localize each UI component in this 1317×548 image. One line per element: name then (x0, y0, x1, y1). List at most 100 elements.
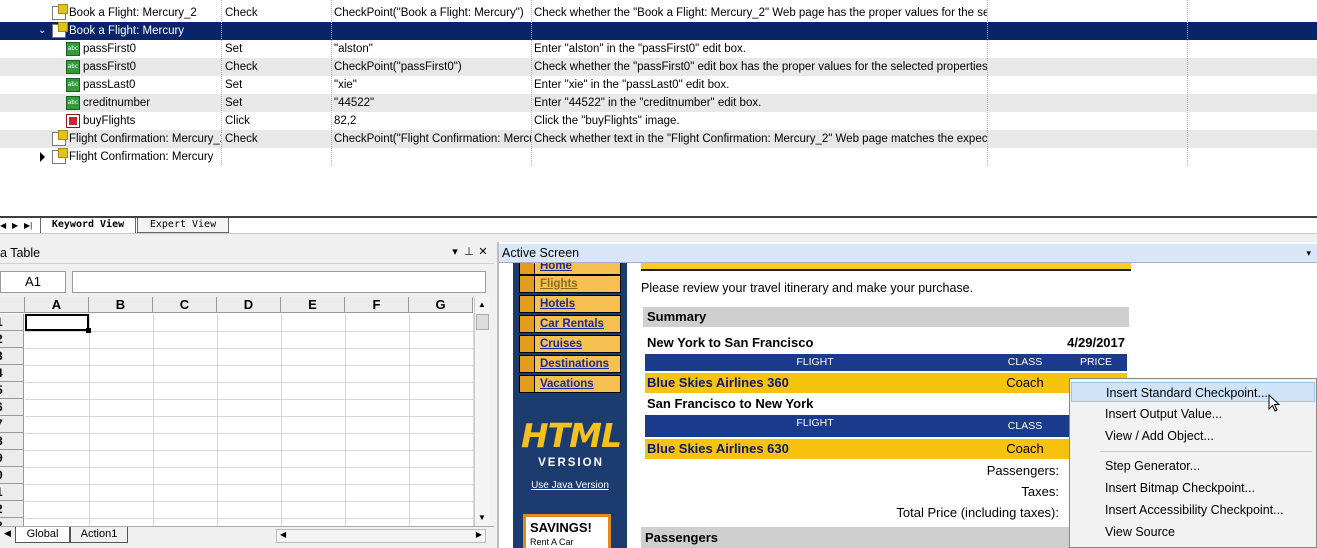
web-page-icon (52, 130, 68, 146)
table-row[interactable]: abc passFirst0 Set "alston" Enter "alsto… (0, 40, 1317, 58)
table-row[interactable]: Book a Flight: Mercury_2 Check CheckPoin… (0, 4, 1317, 22)
column-divider (331, 0, 332, 165)
row-header[interactable]: 9 (0, 450, 24, 467)
scroll-right-icon[interactable]: ▶ (476, 530, 482, 539)
column-header[interactable]: D (217, 297, 281, 313)
value-cell: "alston" (334, 43, 373, 55)
vertical-scrollbar[interactable]: ▲ ▼ (474, 297, 490, 527)
item-cell: Flight Confirmation: Mercury (69, 151, 214, 163)
tab-scroll-left-icon[interactable]: ◀ (0, 221, 6, 231)
column-divider (987, 0, 988, 165)
scroll-thumb[interactable] (476, 314, 489, 330)
tab-expert-view[interactable]: Expert View (137, 218, 229, 233)
row-header[interactable]: 1 (0, 314, 24, 331)
row-header[interactable]: 2 (0, 501, 24, 518)
row-header[interactable]: 6 (0, 399, 24, 416)
flight-class: Coach (1006, 375, 1044, 390)
scroll-up-icon[interactable]: ▲ (478, 300, 486, 309)
nav-item-cruises[interactable]: Cruises (519, 335, 621, 353)
table-row[interactable]: buyFlights Click 82,2 Click the "buyFlig… (0, 112, 1317, 130)
select-all-corner[interactable] (0, 297, 25, 313)
splitter[interactable] (0, 233, 1317, 242)
grid-line (25, 365, 474, 366)
ad-title: SAVINGS! (530, 520, 592, 535)
savings-ad[interactable]: SAVINGS! Rent A Car (523, 514, 611, 548)
value-cell: "xie" (334, 79, 357, 91)
tab-keyword-view[interactable]: Keyword View (40, 218, 136, 234)
table-row[interactable]: Flight Confirmation: Mercury (0, 148, 1317, 166)
use-java-version-link[interactable]: Use Java Version (513, 480, 627, 491)
column-header[interactable]: A (25, 297, 89, 313)
nav-item-destinations[interactable]: Destinations (519, 355, 621, 373)
table-row[interactable]: abc creditnumber Set "44522" Enter "4452… (0, 94, 1317, 112)
selected-cell-a1[interactable] (25, 314, 91, 333)
flight-name: Blue Skies Airlines 360 (647, 375, 789, 390)
value-cell: CheckPoint("passFirst0") (334, 61, 462, 73)
tab-scroll-right-icon[interactable]: ▶ (12, 221, 18, 231)
row-header[interactable]: 2 (0, 331, 24, 348)
column-header[interactable]: F (345, 297, 409, 313)
row-header[interactable]: 5 (0, 382, 24, 399)
item-cell: buyFlights (83, 115, 136, 127)
cell-value-input[interactable] (72, 271, 486, 293)
menu-insert-bitmap-checkpoint[interactable]: Insert Bitmap Checkpoint... (1071, 478, 1315, 498)
operation-cell: Set (225, 43, 243, 55)
menu-view-source[interactable]: View Source (1071, 522, 1315, 542)
row-header[interactable]: 3 (0, 348, 24, 365)
row-header[interactable]: 0 (0, 467, 24, 484)
nav-item-car-rentals[interactable]: Car Rentals (519, 315, 621, 333)
documentation-cell: Enter "44522" in the "creditnumber" edit… (534, 97, 762, 109)
expand-arrow-icon[interactable] (40, 152, 45, 162)
tab-global[interactable]: Global (15, 527, 70, 543)
dropdown-icon[interactable]: ▾ (449, 245, 461, 259)
spreadsheet-grid[interactable]: A B C D E F G 1 2 3 4 5 6 7 8 9 0 1 2 3 (0, 297, 474, 532)
price-header: PRICE (1079, 356, 1113, 368)
item-cell: Flight Confirmation: Mercury_2 (69, 133, 221, 145)
pin-icon[interactable]: ⊥ (463, 245, 475, 259)
row-header[interactable]: 8 (0, 433, 24, 450)
column-header[interactable]: E (281, 297, 345, 313)
nav-item-home[interactable]: Home (519, 263, 621, 275)
nav-item-hotels[interactable]: Hotels (519, 295, 621, 313)
nav-item-vacations[interactable]: Vacations (519, 375, 621, 393)
column-header[interactable]: B (89, 297, 153, 313)
tab-action1[interactable]: Action1 (70, 527, 128, 543)
row-header[interactable]: 4 (0, 365, 24, 382)
formula-bar: A1 (0, 268, 494, 296)
close-icon[interactable]: ✕ (477, 245, 489, 259)
table-row[interactable]: abc passFirst0 Check CheckPoint("passFir… (0, 58, 1317, 76)
scroll-left-icon[interactable]: ◀ (280, 530, 286, 539)
item-cell: passFirst0 (83, 43, 137, 55)
keyword-view-grid[interactable]: Book a Flight: Mercury_2 Check CheckPoin… (0, 0, 1317, 216)
menu-step-generator[interactable]: Step Generator... (1071, 456, 1315, 476)
row-header[interactable]: 1 (0, 484, 24, 501)
tab-scroll-last-icon[interactable]: ▶| (24, 221, 32, 231)
dropdown-icon[interactable]: ▾ (1306, 244, 1311, 263)
nav-item-flights[interactable]: Flights (519, 275, 621, 293)
collapse-icon[interactable]: ⌄ (38, 22, 46, 40)
table-row[interactable]: abc passLast0 Set "xie" Enter "xie" in t… (0, 76, 1317, 94)
return-route: San Francisco to New York (647, 396, 1125, 411)
sheet-nav-icon[interactable]: ◀ (4, 528, 11, 539)
menu-view-add-object[interactable]: View / Add Object... (1071, 426, 1315, 446)
active-screen-title: Active Screen (502, 246, 580, 260)
header-banner (641, 263, 1131, 271)
table-row[interactable]: Flight Confirmation: Mercury_2 Check Che… (0, 130, 1317, 148)
documentation-cell (531, 148, 987, 166)
column-header[interactable]: G (409, 297, 473, 313)
column-divider (531, 0, 532, 165)
menu-insert-accessibility-checkpoint[interactable]: Insert Accessibility Checkpoint... (1071, 500, 1315, 520)
table-row[interactable]: ⌄ Book a Flight: Mercury (0, 22, 1317, 40)
nav-label: Vacations (540, 378, 594, 390)
column-header[interactable]: C (153, 297, 217, 313)
column-divider (221, 0, 222, 165)
documentation-cell (531, 22, 987, 40)
cell-reference-box[interactable]: A1 (0, 271, 66, 293)
scroll-down-icon[interactable]: ▼ (478, 513, 486, 522)
flight-class: Coach (1006, 441, 1044, 456)
view-tab-strip: ◀ ▶ ▶| Keyword View Expert View (0, 216, 1317, 234)
grid-line (25, 382, 474, 383)
horizontal-scrollbar[interactable]: ◀ ▶ (276, 529, 486, 543)
row-header[interactable]: 7 (0, 416, 24, 433)
grid-line (89, 314, 90, 532)
